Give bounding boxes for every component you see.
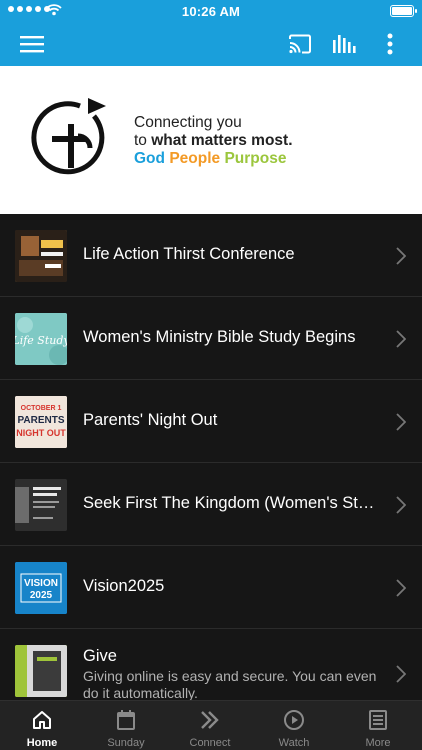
thumbnail-text-night-out: NIGHT OUT [16, 428, 66, 438]
hero-tagline: Connecting you to what matters most. God… [134, 114, 293, 168]
thumbnail-womens-ministry: Life Study [15, 313, 67, 365]
thumbnail-parents-night-out: OCTOBER 1 PARENTS NIGHT OUT [15, 396, 67, 448]
list-item-subtitle: Giving online is easy and secure. You ca… [83, 668, 377, 700]
list-item-title: Women's Ministry Bible Study Begins [83, 328, 356, 346]
chevron-right-icon [396, 579, 406, 597]
list-item[interactable]: OCTOBER 1 PARENTS NIGHT OUT Parents' Nig… [0, 380, 422, 463]
tab-label: Sunday [107, 737, 145, 749]
content-list: Life Action Thirst Conference Life Study… [0, 214, 422, 700]
thumbnail-give [15, 645, 67, 697]
vertical-dots-icon [387, 33, 393, 55]
thumbnail-text-october: OCTOBER 1 [21, 405, 62, 412]
thumbnail-text-parents: PARENTS [17, 415, 64, 426]
list-item-title: Parents' Night Out [83, 411, 218, 429]
chevron-right-icon [396, 665, 406, 683]
tab-label: Connect [189, 737, 231, 749]
double-chevron-icon [201, 711, 219, 729]
home-icon [33, 711, 51, 729]
chevron-right-icon [396, 330, 406, 348]
tab-more[interactable]: More [336, 701, 420, 750]
app-bar [0, 22, 422, 66]
tab-label: Home [26, 737, 58, 749]
cast-button[interactable] [278, 22, 322, 66]
list-item-title: Seek First The Kingdom (Women's Study) [83, 494, 378, 512]
news-icon [369, 710, 387, 730]
list-item-title: Give [83, 647, 117, 665]
tab-label: More [365, 737, 391, 749]
hero-word-purpose: Purpose [224, 150, 287, 167]
calendar-icon [117, 710, 135, 730]
tab-watch[interactable]: Watch [252, 701, 336, 750]
tab-connect[interactable]: Connect [168, 701, 252, 750]
hamburger-menu-icon [20, 36, 44, 53]
tab-sunday[interactable]: Sunday [84, 701, 168, 750]
thumbnail-text-life-study: Life Study [15, 334, 67, 347]
list-item-title: Life Action Thirst Conference [83, 245, 295, 263]
hero-banner[interactable]: Connecting you to what matters most. God… [0, 66, 422, 214]
more-options-button[interactable] [370, 22, 410, 66]
list-item[interactable]: Give Giving online is easy and secure. Y… [0, 629, 422, 700]
app-screen: 10:26 AM Connecting you to what matters … [0, 0, 422, 750]
status-time: 10:26 AM [181, 4, 241, 19]
thumbnail-text-2025: 2025 [30, 590, 53, 601]
hero-word-people: People [169, 150, 221, 167]
chevron-right-icon [396, 247, 406, 265]
chevron-right-icon [396, 413, 406, 431]
list-item[interactable]: Seek First The Kingdom (Women's Study) [0, 463, 422, 546]
thumbnail-text-vision: VISION [24, 578, 58, 589]
chevron-right-icon [396, 496, 406, 514]
audio-bars-icon [333, 35, 356, 53]
church-logo-icon [31, 98, 106, 175]
hero-line-2: to what matters most. [134, 132, 293, 150]
play-circle-icon [284, 710, 304, 730]
thumbnail-life-action [15, 230, 67, 282]
thumbnail-vision2025: VISION 2025 [15, 562, 67, 614]
hero-line-2-bold: what matters most. [151, 132, 293, 149]
hero-line-2-prefix: to [134, 132, 147, 149]
hero-word-god: God [134, 150, 165, 167]
tab-home[interactable]: Home [0, 701, 84, 750]
list-item-title: Vision2025 [83, 577, 165, 595]
hero-line-3: God People Purpose [134, 150, 293, 168]
audio-button[interactable] [322, 22, 366, 66]
menu-button[interactable] [10, 22, 54, 66]
thumbnail-seek-first [15, 479, 67, 531]
list-item[interactable]: VISION 2025 Vision2025 [0, 546, 422, 629]
list-item[interactable]: Life Study Women's Ministry Bible Study … [0, 297, 422, 380]
cast-icon [289, 34, 311, 54]
battery-icon [390, 5, 417, 17]
list-item[interactable]: Life Action Thirst Conference [0, 214, 422, 297]
hero-line-1: Connecting you [134, 114, 242, 131]
tab-bar: Home Sunday Connect Watch More [0, 700, 422, 750]
tab-label: Watch [278, 737, 310, 749]
status-bar: 10:26 AM [0, 0, 422, 22]
